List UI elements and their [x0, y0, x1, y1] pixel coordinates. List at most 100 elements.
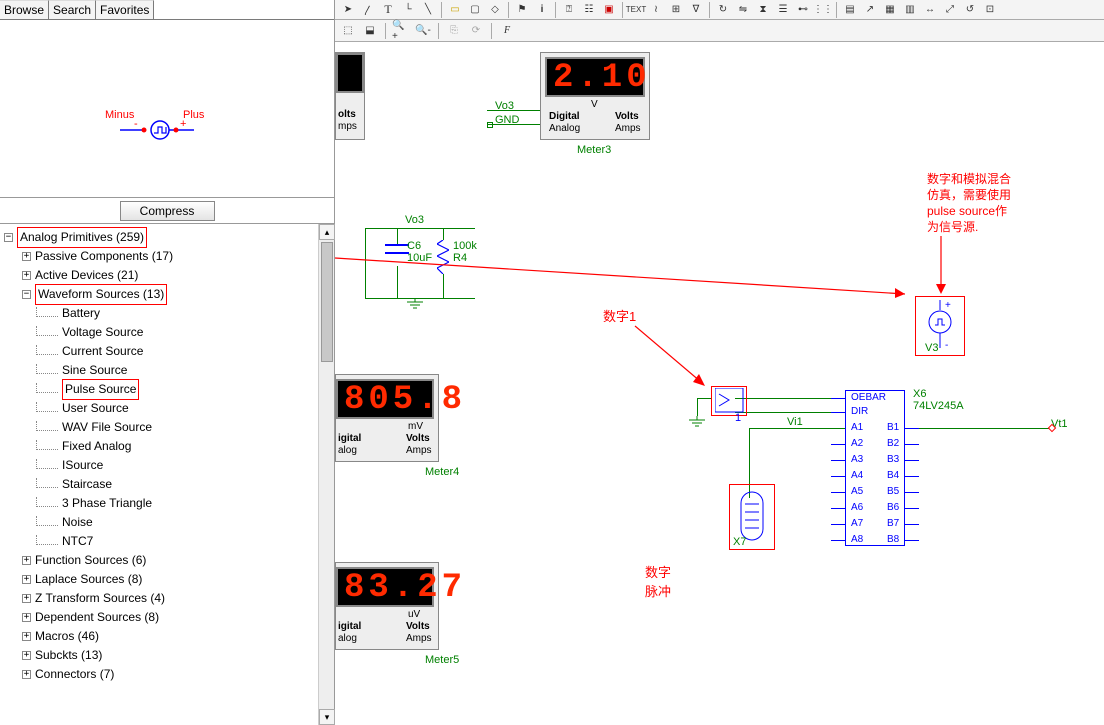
- flag-tool-icon[interactable]: ⚑: [513, 1, 531, 19]
- pin-b3: B3: [887, 454, 899, 465]
- tree-root[interactable]: Analog Primitives (259): [17, 227, 147, 248]
- select-region-icon[interactable]: ⬚: [339, 22, 357, 40]
- layer-tool-icon[interactable]: ▦: [881, 1, 899, 19]
- tree-item-3phase-triangle[interactable]: 3 Phase Triangle: [62, 494, 152, 513]
- vee-icon[interactable]: ∇: [687, 1, 705, 19]
- zoom-out-icon[interactable]: 🔍-: [414, 22, 432, 40]
- tree-expand-macros[interactable]: +: [22, 632, 31, 641]
- tree-expand-dependent[interactable]: +: [22, 613, 31, 622]
- tab-favorites[interactable]: Favorites: [96, 0, 154, 19]
- tree-expand-active[interactable]: +: [22, 271, 31, 280]
- page-tool-icon[interactable]: ▤: [841, 1, 859, 19]
- tab-search[interactable]: Search: [49, 0, 96, 19]
- font-tool-icon[interactable]: F: [498, 22, 516, 40]
- split-icon[interactable]: ⊞: [667, 1, 685, 19]
- copy-view-icon[interactable]: ⎘: [445, 22, 463, 40]
- diamond-tool-icon[interactable]: ◇: [486, 1, 504, 19]
- tab-browse[interactable]: Browse: [0, 0, 49, 19]
- probe-icon[interactable]: ≀: [647, 1, 665, 19]
- mirror-icon[interactable]: ⧗: [754, 1, 772, 19]
- meter5[interactable]: 83.27 uV igital alog Volts Amps: [335, 562, 439, 650]
- tree-node-waveform[interactable]: Waveform Sources (13): [35, 284, 167, 305]
- expand-icon[interactable]: ⤢: [941, 1, 959, 19]
- tree-item-user-source[interactable]: User Source: [62, 399, 129, 418]
- tree-expand-subckts[interactable]: +: [22, 651, 31, 660]
- tree-item-isource[interactable]: ISource: [62, 456, 103, 475]
- meter4-unit: mV: [408, 421, 423, 432]
- tree-collapse-root[interactable]: −: [4, 233, 13, 242]
- wire-diag2-icon[interactable]: ╲: [419, 1, 437, 19]
- refresh-icon[interactable]: ⟳: [467, 22, 485, 40]
- stack-icon[interactable]: ▥: [901, 1, 919, 19]
- tree-node-ztransform[interactable]: Z Transform Sources (4): [35, 589, 165, 608]
- grid-icon[interactable]: ⋮⋮: [814, 1, 832, 19]
- flip-h-icon[interactable]: ⇋: [734, 1, 752, 19]
- fixed1-symbol[interactable]: [715, 388, 745, 414]
- compress-button[interactable]: Compress: [120, 201, 215, 221]
- info-tool-icon[interactable]: i: [533, 1, 551, 19]
- tree-node-function[interactable]: Function Sources (6): [35, 551, 146, 570]
- stub: [831, 476, 845, 477]
- tree-scrollbar[interactable]: ▴ ▾: [318, 224, 334, 725]
- tree-expand-laplace[interactable]: +: [22, 575, 31, 584]
- wire-diag-icon[interactable]: 〳: [359, 1, 377, 19]
- text-label-icon[interactable]: TEXT: [627, 1, 645, 19]
- tree-expand-ztransform[interactable]: +: [22, 594, 31, 603]
- scroll-thumb[interactable]: [321, 242, 333, 362]
- tree-node-active[interactable]: Active Devices (21): [35, 266, 138, 285]
- scroll-down-icon[interactable]: ▾: [319, 709, 335, 725]
- text-tool-icon[interactable]: T: [379, 1, 397, 19]
- bus-tool-icon[interactable]: ▭: [446, 1, 464, 19]
- meter4-digital: igital: [338, 433, 361, 444]
- meter3[interactable]: 2.10 V Digital Analog Volts Amps: [540, 52, 650, 140]
- window-icon[interactable]: ▣: [600, 1, 618, 19]
- gnd-box: [487, 122, 493, 128]
- tree-item-wav-file-source[interactable]: WAV File Source: [62, 418, 152, 437]
- wire: [735, 398, 831, 399]
- tree-item-current-source[interactable]: Current Source: [62, 342, 143, 361]
- schematic-canvas[interactable]: olts mps 2.10 V Digital Analog Volts Amp…: [335, 42, 1104, 725]
- tree-item-battery[interactable]: Battery: [62, 304, 100, 323]
- move-tool-icon[interactable]: ↗: [861, 1, 879, 19]
- wire-ortho-icon[interactable]: └: [399, 1, 417, 19]
- meter3-digital-label: Digital: [549, 111, 580, 122]
- help-cursor-icon[interactable]: ⍰: [560, 1, 578, 19]
- pin-a1: A1: [851, 422, 863, 433]
- pin-b5: B5: [887, 486, 899, 497]
- tree-node-subckts[interactable]: Subckts (13): [35, 646, 102, 665]
- component-tree[interactable]: − Analog Primitives (259) + Passive Comp…: [0, 224, 334, 725]
- chip-x6-name: X6: [913, 388, 926, 400]
- wire: [443, 228, 444, 240]
- wire: [443, 274, 444, 298]
- meter4[interactable]: 805.8 mV igital alog Volts Amps: [335, 374, 439, 462]
- tree-node-passive[interactable]: Passive Components (17): [35, 247, 173, 266]
- connect-icon[interactable]: ⊷: [794, 1, 812, 19]
- properties-icon[interactable]: ☷: [580, 1, 598, 19]
- pointer-icon[interactable]: ➤: [339, 1, 357, 19]
- tree-node-laplace[interactable]: Laplace Sources (8): [35, 570, 142, 589]
- arrow-lr-icon[interactable]: ↔: [921, 1, 939, 19]
- tree-item-fixed-analog[interactable]: Fixed Analog: [62, 437, 131, 456]
- tree-item-staircase[interactable]: Staircase: [62, 475, 112, 494]
- tree-node-macros[interactable]: Macros (46): [35, 627, 99, 646]
- tree-item-voltage-source[interactable]: Voltage Source: [62, 323, 143, 342]
- fit-icon[interactable]: ⊡: [981, 1, 999, 19]
- tree-item-pulse-source[interactable]: Pulse Source: [62, 379, 139, 400]
- tree-item-noise[interactable]: Noise: [62, 513, 93, 532]
- rotate-cw-icon[interactable]: ↺: [961, 1, 979, 19]
- select-net-icon[interactable]: ⬓: [361, 22, 379, 40]
- tree-collapse-waveform[interactable]: −: [22, 290, 31, 299]
- tree-expand-connectors[interactable]: +: [22, 670, 31, 679]
- rotate-icon[interactable]: ↻: [714, 1, 732, 19]
- tree-node-dependent[interactable]: Dependent Sources (8): [35, 608, 159, 627]
- scroll-up-icon[interactable]: ▴: [319, 224, 335, 240]
- zoom-in-icon[interactable]: 🔍+: [392, 22, 410, 40]
- box-tool-icon[interactable]: ▢: [466, 1, 484, 19]
- tree-expand-function[interactable]: +: [22, 556, 31, 565]
- tree-node-connectors[interactable]: Connectors (7): [35, 665, 114, 684]
- meter-left-partial: olts mps: [335, 52, 365, 140]
- align-icon[interactable]: ☰: [774, 1, 792, 19]
- tree-expand-passive[interactable]: +: [22, 252, 31, 261]
- tree-item-sine-source[interactable]: Sine Source: [62, 361, 127, 380]
- tree-item-ntc7[interactable]: NTC7: [62, 532, 93, 551]
